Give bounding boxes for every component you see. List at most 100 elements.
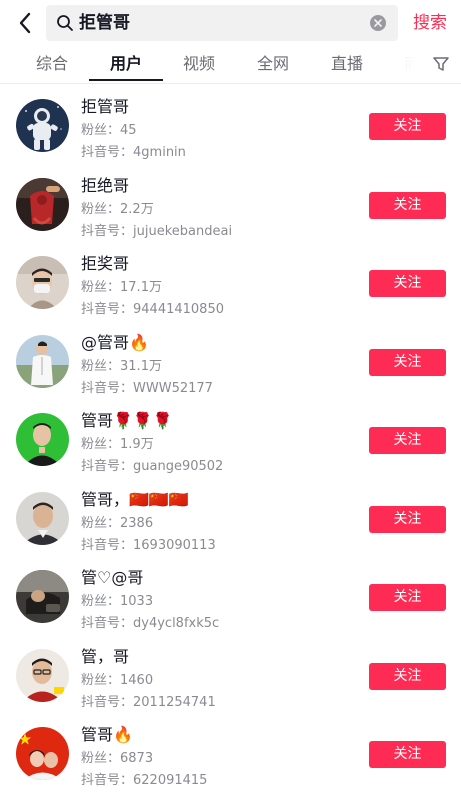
- id-value: jujuekebandeai: [133, 223, 233, 239]
- fans-label: 粉丝：: [81, 672, 121, 688]
- avatar[interactable]: [16, 256, 69, 309]
- avatar[interactable]: [16, 570, 69, 623]
- fans-count: 31.1万: [120, 358, 162, 374]
- fans-count: 1.9万: [120, 437, 154, 452]
- user-fans: 粉丝：1033: [81, 593, 153, 610]
- fans-label: 粉丝：: [81, 437, 121, 452]
- follow-button[interactable]: 关注: [369, 427, 446, 454]
- id-value: WWW52177: [133, 380, 213, 396]
- user-douyin-id: 抖音号：WWW52177: [81, 380, 213, 397]
- id-value: 94441410850: [133, 302, 224, 317]
- list-item[interactable]: @管哥🔥 粉丝：31.1万 抖音号：WWW52177 关注: [0, 320, 461, 399]
- id-label: 抖音号：: [81, 302, 134, 317]
- user-name[interactable]: 管哥🌹🌹🌹: [81, 411, 173, 431]
- user-fans: 粉丝：45: [81, 122, 137, 139]
- avatar[interactable]: [16, 727, 69, 780]
- user-list: 拒管哥 粉丝：45 抖音号：4gminin 关注 拒绝哥 粉丝：2.2万 抖音号…: [0, 84, 461, 791]
- id-label: 抖音号：: [81, 145, 134, 160]
- fans-label: 粉丝：: [81, 594, 121, 609]
- follow-button[interactable]: 关注: [369, 505, 446, 533]
- follow-button[interactable]: 关注: [369, 191, 446, 219]
- avatar[interactable]: [16, 334, 69, 388]
- follow-button[interactable]: 关注: [369, 348, 446, 376]
- user-name[interactable]: 拒绝哥: [81, 176, 129, 196]
- tab-comprehensive[interactable]: 综合: [36, 54, 68, 74]
- user-douyin-id: 抖音号：2011254741: [81, 694, 216, 711]
- search-input[interactable]: 拒管哥: [46, 5, 398, 41]
- close-icon: [374, 19, 382, 27]
- id-value: guange90502: [133, 459, 224, 474]
- id-label: 抖音号：: [81, 223, 134, 239]
- avatar[interactable]: [16, 99, 69, 152]
- search-button[interactable]: 搜索: [413, 11, 447, 35]
- follow-button[interactable]: 关注: [369, 584, 446, 611]
- avatar[interactable]: [16, 177, 69, 231]
- user-name[interactable]: 拒管哥: [81, 97, 129, 117]
- tab-users[interactable]: 用户: [110, 54, 142, 74]
- avatar[interactable]: [16, 491, 69, 545]
- user-name[interactable]: 管哥，🇨🇳🇨🇳🇨🇳: [81, 490, 189, 510]
- fans-label: 粉丝：: [81, 515, 121, 531]
- fans-count: 6873: [120, 751, 154, 766]
- tab-live[interactable]: 直播: [331, 54, 363, 74]
- clear-icon[interactable]: [370, 15, 386, 31]
- id-value: dy4ycl8fxk5c: [133, 616, 220, 631]
- id-value: 2011254741: [133, 694, 216, 710]
- fans-count: 2386: [120, 515, 154, 531]
- masked-man-avatar-icon: [16, 256, 69, 309]
- list-item[interactable]: 拒绝哥 粉丝：2.2万 抖音号：jujuekebandeai 关注: [0, 163, 461, 242]
- user-fans: 粉丝：17.1万: [81, 279, 162, 296]
- list-item[interactable]: 管哥🔥 粉丝：6873 抖音号：622091415 关注: [0, 712, 461, 791]
- fans-label: 粉丝：: [81, 751, 121, 766]
- id-label: 抖音号：: [81, 694, 134, 710]
- green-bg-avatar-icon: [16, 413, 69, 466]
- fans-count: 1460: [120, 672, 154, 688]
- list-item[interactable]: 管哥🌹🌹🌹 粉丝：1.9万 抖音号：guange90502 关注: [0, 398, 461, 477]
- tab-videos[interactable]: 视频: [183, 54, 215, 74]
- man-portrait-avatar-icon: [16, 491, 69, 545]
- user-douyin-id: 抖音号：4gminin: [81, 144, 186, 161]
- list-item[interactable]: 拒管哥 粉丝：45 抖音号：4gminin 关注: [0, 84, 461, 163]
- id-value: 4gminin: [133, 145, 186, 160]
- fans-count: 17.1万: [120, 280, 162, 295]
- avatar[interactable]: [16, 648, 69, 702]
- red-figure-avatar-icon: [16, 177, 69, 231]
- flag-couple-avatar-icon: [16, 727, 69, 780]
- list-item[interactable]: 管哥，🇨🇳🇨🇳🇨🇳 粉丝：2386 抖音号：1693090113 关注: [0, 477, 461, 556]
- user-name[interactable]: 管，哥: [81, 647, 129, 667]
- id-value: 1693090113: [133, 537, 216, 553]
- list-item[interactable]: 管，哥 粉丝：1460 抖音号：2011254741 关注: [0, 634, 461, 713]
- user-douyin-id: 抖音号：1693090113: [81, 537, 216, 554]
- user-name[interactable]: 管♡@哥: [81, 568, 143, 588]
- follow-button[interactable]: 关注: [369, 270, 446, 297]
- user-name[interactable]: 管哥🔥: [81, 725, 133, 745]
- fans-label: 粉丝：: [81, 201, 121, 217]
- user-name[interactable]: 拒奖哥: [81, 254, 129, 274]
- id-label: 抖音号：: [81, 616, 134, 631]
- user-fans: 粉丝：1460: [81, 672, 153, 689]
- fans-label: 粉丝：: [81, 358, 121, 374]
- list-item[interactable]: 拒奖哥 粉丝：17.1万 抖音号：94441410850 关注: [0, 241, 461, 320]
- avatar[interactable]: [16, 413, 69, 466]
- user-name[interactable]: @管哥🔥: [81, 333, 149, 353]
- user-douyin-id: 抖音号：94441410850: [81, 301, 224, 318]
- tab-web[interactable]: 全网: [257, 54, 289, 74]
- glasses-man-avatar-icon: [16, 648, 69, 702]
- follow-button[interactable]: 关注: [369, 113, 446, 140]
- follow-button[interactable]: 关注: [369, 741, 446, 768]
- user-fans: 粉丝：2.2万: [81, 201, 154, 218]
- list-item[interactable]: 管♡@哥 粉丝：1033 抖音号：dy4ycl8fxk5c 关注: [0, 555, 461, 634]
- user-douyin-id: 抖音号：622091415: [81, 772, 207, 789]
- id-value: 622091415: [133, 773, 208, 788]
- chevron-left-icon: [19, 12, 31, 34]
- astronaut-avatar-icon: [16, 99, 69, 152]
- tab-bar: 综合 用户 视频 全网 直播 商: [0, 46, 461, 84]
- id-label: 抖音号：: [81, 537, 134, 553]
- search-icon: [57, 15, 73, 31]
- follow-button[interactable]: 关注: [369, 662, 446, 690]
- search-query: 拒管哥: [79, 13, 130, 33]
- fans-count: 45: [120, 123, 137, 138]
- id-label: 抖音号：: [81, 773, 134, 788]
- back-button[interactable]: [12, 9, 38, 37]
- filter-icon[interactable]: [432, 55, 450, 73]
